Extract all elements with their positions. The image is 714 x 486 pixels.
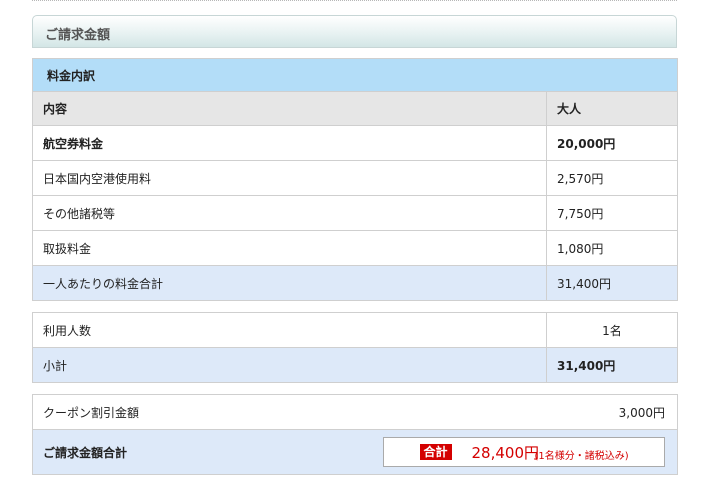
header-adult: 大人 [545, 91, 679, 126]
grand-total-label: ご請求金額合計 [32, 429, 383, 475]
row-item: 日本国内空港使用料 [32, 160, 547, 196]
section-title: ご請求金額 [45, 28, 111, 43]
coupon-label: クーポン割引金額 [32, 394, 383, 430]
subtotal-value: 31,400円 [546, 347, 678, 383]
grand-total-row: ご請求金額合計 合計 28,400円 (1名様分・諸税込み) [32, 429, 678, 475]
table-row: その他諸税等 7,750円 [32, 195, 679, 231]
coupon-value: 3,000円 [382, 394, 678, 430]
subtotal-row: 小計 31,400円 [32, 347, 678, 383]
table-row: 日本国内空港使用料 2,570円 [32, 160, 679, 196]
coupon-row: クーポン割引金額 3,000円 [32, 394, 678, 430]
row-item: 航空券料金 [32, 125, 547, 161]
top-divider [32, 0, 677, 1]
people-table: 利用人数 1名 小計 31,400円 [32, 312, 678, 383]
section-header: ご請求金額 [32, 15, 677, 48]
row-amount: 20,000円 [545, 125, 679, 161]
row-item: 取扱料金 [32, 230, 547, 266]
summary-table: クーポン割引金額 3,000円 ご請求金額合計 合計 28,400円 (1名様分… [32, 394, 678, 475]
row-amount: 1,080円 [545, 230, 679, 266]
people-count-row: 利用人数 1名 [32, 312, 678, 348]
people-count-value: 1名 [546, 312, 678, 348]
subtotal-label: 小計 [32, 347, 547, 383]
breakdown-title-row: 料金内訳 [31, 58, 679, 92]
grand-total-box: 合計 28,400円 (1名様分・諸税込み) [382, 437, 665, 467]
table-row: 取扱料金 1,080円 [32, 230, 679, 266]
per-person-total-amount: 31,400円 [545, 265, 679, 301]
total-amount: 28,400円 [471, 444, 540, 462]
breakdown-header-row: 内容 大人 [32, 91, 679, 126]
grand-total-cell: 合計 28,400円 (1名様分・諸税込み) [382, 429, 678, 475]
table-row: 航空券料金 20,000円 [32, 125, 679, 161]
header-item: 内容 [32, 91, 547, 126]
row-item: その他諸税等 [32, 195, 547, 231]
total-note: (1名様分・諸税込み) [534, 451, 629, 462]
per-person-total-row: 一人あたりの料金合計 31,400円 [32, 265, 679, 301]
total-badge: 合計 [419, 444, 452, 460]
breakdown-title: 料金内訳 [31, 58, 679, 92]
row-amount: 7,750円 [545, 195, 679, 231]
row-amount: 2,570円 [545, 160, 679, 196]
fare-breakdown-table: 料金内訳 内容 大人 航空券料金 20,000円 日本国内空港使用料 2,570… [31, 58, 679, 301]
people-count-label: 利用人数 [32, 312, 547, 348]
per-person-total-label: 一人あたりの料金合計 [32, 265, 547, 301]
